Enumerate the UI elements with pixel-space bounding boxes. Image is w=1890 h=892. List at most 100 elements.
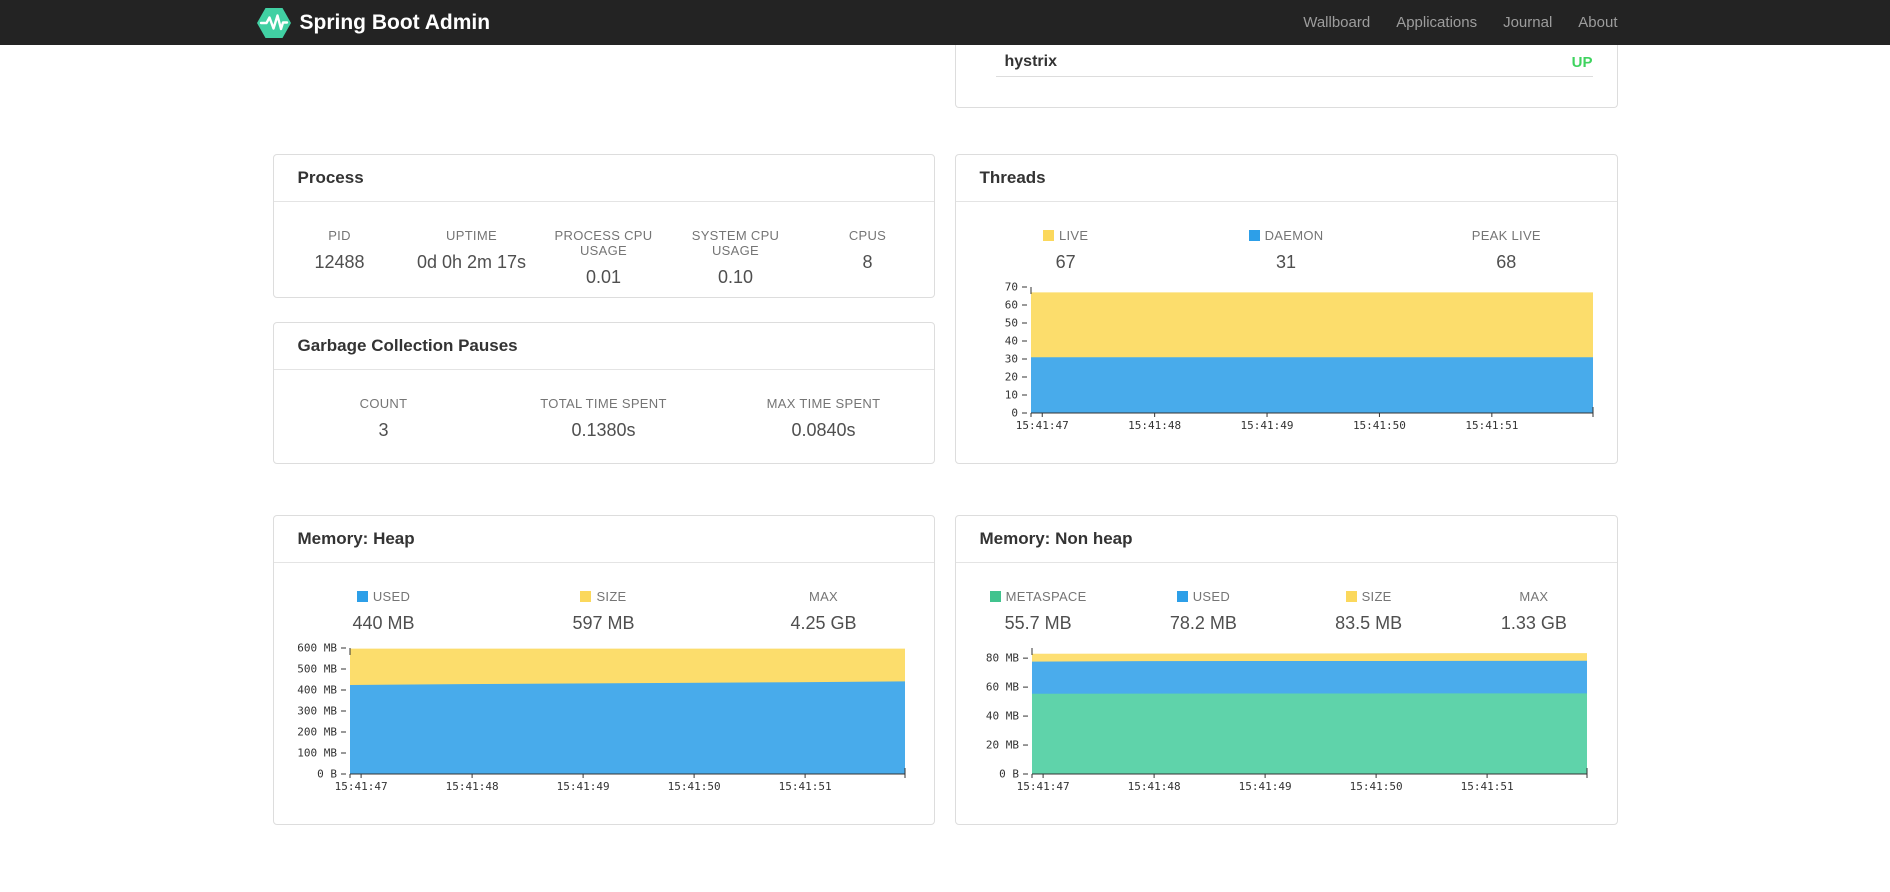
stat-label: PID (328, 228, 351, 243)
svg-text:20 MB: 20 MB (985, 739, 1018, 752)
stat-label: SIZE (494, 589, 714, 604)
stat-label: SIZE (1286, 589, 1451, 604)
nonheap-stat: METASPACE 55.7 MB (956, 589, 1121, 634)
stat-value: 3 (378, 420, 389, 440)
legend-swatch-icon (1345, 591, 1357, 602)
brand[interactable]: Spring Boot Admin (256, 7, 491, 38)
stat-label: DAEMON (1176, 228, 1396, 243)
legend-swatch-icon (1248, 230, 1260, 241)
stat-value: 67 (1055, 252, 1076, 272)
svg-text:400 MB: 400 MB (297, 684, 337, 697)
gc-panel-title: Garbage Collection Pauses (273, 323, 934, 370)
svg-text:0 B: 0 B (999, 768, 1019, 781)
threads-panel-title: Threads (955, 155, 1617, 202)
svg-text:70: 70 (1004, 281, 1017, 294)
nav-links: Wallboard Applications Journal About (1290, 14, 1617, 31)
stat-label: PROCESS CPU USAGE (554, 228, 653, 258)
svg-text:600 MB: 600 MB (297, 642, 337, 655)
stat-value: 4.25 GB (790, 613, 857, 633)
stat-label: USED (1121, 589, 1286, 604)
heap-stat: SIZE 597 MB (494, 589, 714, 634)
stat-label: COUNT (359, 396, 408, 411)
stat-label: MAX TIME SPENT (766, 396, 881, 411)
navbar: Spring Boot Admin Wallboard Applications… (0, 0, 1890, 45)
stat-label: SYSTEM CPU USAGE (691, 228, 780, 258)
svg-text:15:41:50: 15:41:50 (1349, 780, 1402, 793)
heap-panel-title: Memory: Heap (273, 516, 934, 563)
nav-link[interactable]: About (1565, 14, 1617, 31)
stat-label: LIVE (956, 228, 1176, 243)
applications-panel: hystrix UP (954, 45, 1618, 108)
svg-text:15:41:51: 15:41:51 (1465, 419, 1518, 432)
stat-value: 68 (1496, 252, 1517, 272)
svg-text:100 MB: 100 MB (297, 747, 337, 760)
svg-text:10: 10 (1004, 389, 1017, 402)
stat-label: TOTAL TIME SPENT (540, 396, 667, 411)
svg-text:40: 40 (1004, 335, 1017, 348)
stat-value: 0.10 (717, 267, 754, 287)
stat-value: 0.0840s (791, 420, 856, 440)
process-stat: PROCESS CPU USAGE 0.01 (538, 228, 670, 288)
legend-swatch-icon (1176, 591, 1188, 602)
gc-stat: TOTAL TIME SPENT 0.1380s (494, 396, 714, 441)
stat-value: 31 (1275, 252, 1296, 272)
heap-stat: USED 440 MB (274, 589, 494, 634)
svg-text:15:41:48: 15:41:48 (1127, 780, 1180, 793)
nonheap-stat: USED 78.2 MB (1121, 589, 1286, 634)
process-stat: CPUS 8 (802, 228, 934, 288)
svg-text:15:41:50: 15:41:50 (667, 780, 720, 793)
svg-text:60: 60 (1004, 299, 1017, 312)
application-name: hystrix (1004, 53, 1057, 70)
svg-text:60 MB: 60 MB (985, 681, 1018, 694)
stat-value: 0d 0h 2m 17s (416, 252, 527, 272)
svg-text:0: 0 (1011, 407, 1018, 420)
legend-swatch-icon (1042, 230, 1054, 241)
svg-text:15:41:47: 15:41:47 (1015, 419, 1068, 432)
svg-text:40 MB: 40 MB (985, 710, 1018, 723)
nav-link[interactable]: Journal (1490, 14, 1565, 31)
gc-stat: MAX TIME SPENT 0.0840s (714, 396, 934, 441)
stat-value: 78.2 MB (1169, 613, 1237, 633)
svg-text:30: 30 (1004, 353, 1017, 366)
svg-text:0 B: 0 B (317, 768, 337, 781)
memory-nonheap-panel: Memory: Non heap METASPACE 55.7 MB USED … (954, 515, 1618, 825)
application-row[interactable]: hystrix UP (956, 45, 1617, 76)
nav-link[interactable]: Applications (1383, 14, 1490, 31)
svg-text:20: 20 (1004, 371, 1017, 384)
svg-text:15:41:50: 15:41:50 (1352, 419, 1405, 432)
nonheap-panel-title: Memory: Non heap (955, 516, 1617, 563)
legend-swatch-icon (989, 591, 1001, 602)
heap-stat: MAX 4.25 GB (714, 589, 934, 634)
threads-stat: DAEMON 31 (1176, 228, 1396, 273)
svg-text:15:41:49: 15:41:49 (556, 780, 609, 793)
memory-heap-chart: 0 B 100 MB 200 MB 300 MB 400 MB 500 MB 600 MB 1… (297, 642, 905, 793)
svg-text:15:41:51: 15:41:51 (778, 780, 831, 793)
process-stat: PID 12488 (274, 228, 406, 288)
nav-link[interactable]: Wallboard (1290, 14, 1383, 31)
svg-text:15:41:47: 15:41:47 (334, 780, 387, 793)
memory-nonheap-chart: 0 B 20 MB 40 MB 60 MB 80 MB 15:41:47 15:41:48 1… (985, 648, 1587, 793)
stat-label: UPTIME (446, 228, 497, 243)
brand-title: Spring Boot Admin (299, 10, 491, 34)
stat-label: USED (274, 589, 494, 604)
process-panel: Process PID 12488 UPTIME 0d 0h 2m 17s PR… (272, 154, 935, 298)
nonheap-stat: MAX 1.33 GB (1451, 589, 1616, 634)
svg-text:15:41:49: 15:41:49 (1238, 780, 1291, 793)
process-stat: SYSTEM CPU USAGE 0.10 (670, 228, 802, 288)
stat-value: 55.7 MB (1004, 613, 1072, 633)
gc-panel: Garbage Collection Pauses COUNT 3 TOTAL … (272, 322, 935, 464)
legend-swatch-icon (580, 591, 592, 602)
svg-text:15:41:47: 15:41:47 (1016, 780, 1069, 793)
svg-text:50: 50 (1004, 317, 1017, 330)
threads-panel: Threads LIVE 67 DAEMON 31 PEAK LIVE 68 0… (954, 154, 1618, 464)
stat-value: 8 (862, 252, 873, 272)
process-panel-title: Process (273, 155, 934, 202)
svg-text:15:41:48: 15:41:48 (445, 780, 498, 793)
svg-text:500 MB: 500 MB (297, 663, 337, 676)
svg-text:15:41:49: 15:41:49 (1240, 419, 1293, 432)
svg-text:80 MB: 80 MB (985, 652, 1018, 665)
stat-value: 440 MB (352, 613, 415, 633)
stat-value: 597 MB (572, 613, 635, 633)
threads-stat: LIVE 67 (956, 228, 1176, 273)
stat-value: 83.5 MB (1335, 613, 1403, 633)
